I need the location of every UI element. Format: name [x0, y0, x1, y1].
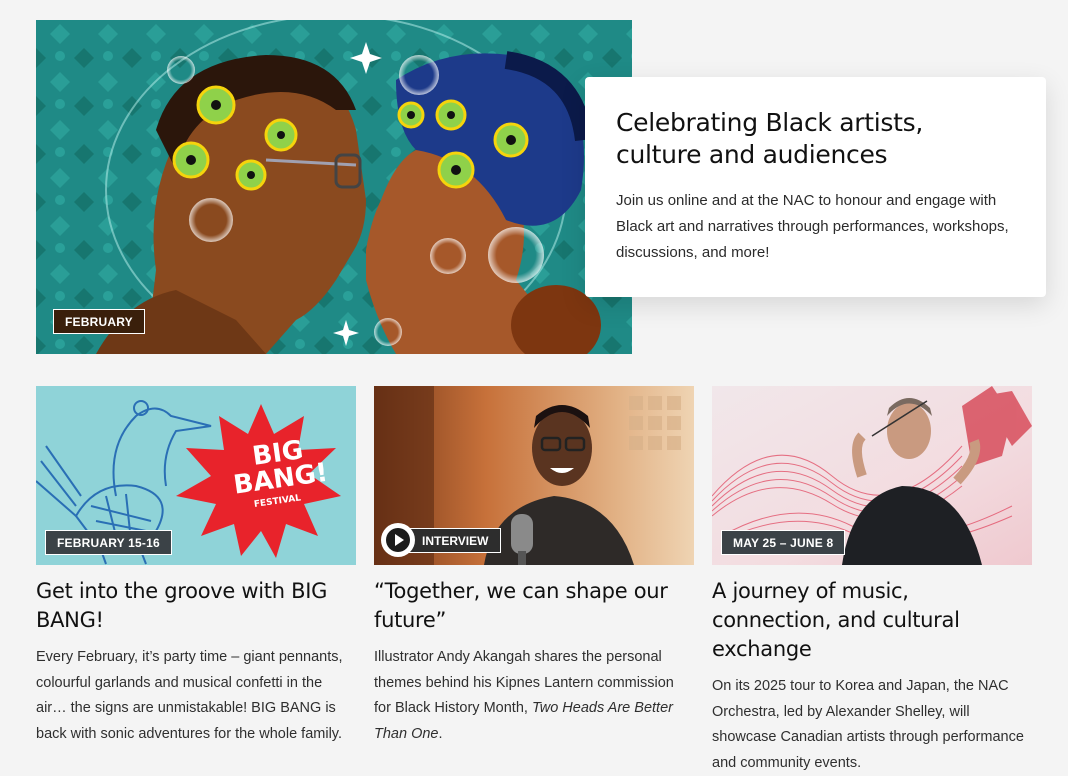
big-bang-image[interactable]: BIG BANG! FESTIVAL FEBRUARY 15-16 [36, 386, 356, 565]
orchestra-tour-image[interactable]: MAY 25 – JUNE 8 [712, 386, 1032, 565]
video-badge[interactable]: INTERVIEW [381, 523, 502, 557]
article-card-interview[interactable]: INTERVIEW “Together, we can shape our fu… [374, 386, 694, 747]
article-card-big-bang[interactable]: BIG BANG! FESTIVAL FEBRUARY 15-16 Get in… [36, 386, 356, 747]
interview-description: Illustrator Andy Akangah shares the pers… [374, 645, 694, 747]
big-bang-description: Every February, it’s party time – giant … [36, 649, 343, 742]
play-icon[interactable] [381, 523, 415, 557]
big-bang-date-badge: FEBRUARY 15-16 [45, 530, 172, 555]
hero-title[interactable]: Celebrating Black artists, culture and a… [616, 107, 1014, 171]
article-card-orchestra-tour[interactable]: MAY 25 – JUNE 8 A journey of music, conn… [712, 386, 1032, 776]
orchestra-tour-date-badge: MAY 25 – JUNE 8 [721, 530, 846, 555]
hero-illustration [36, 20, 632, 354]
hero-description: Join us online and at the NAC to honour … [616, 192, 1009, 261]
orchestra-tour-description: On its 2025 tour to Korea and Japan, the… [712, 678, 1024, 771]
big-bang-title[interactable]: Get into the groove with BIG BANG! [36, 577, 356, 635]
interview-description-end: . [438, 725, 443, 742]
hero-card: Celebrating Black artists, culture and a… [585, 77, 1046, 297]
orchestra-tour-title[interactable]: A journey of music, connection, and cult… [712, 577, 1032, 664]
hero-date-badge: FEBRUARY [53, 309, 145, 334]
hero-image[interactable]: FEBRUARY [36, 20, 632, 354]
interview-image[interactable]: INTERVIEW [374, 386, 694, 565]
interview-title[interactable]: “Together, we can shape our future” [374, 577, 694, 635]
